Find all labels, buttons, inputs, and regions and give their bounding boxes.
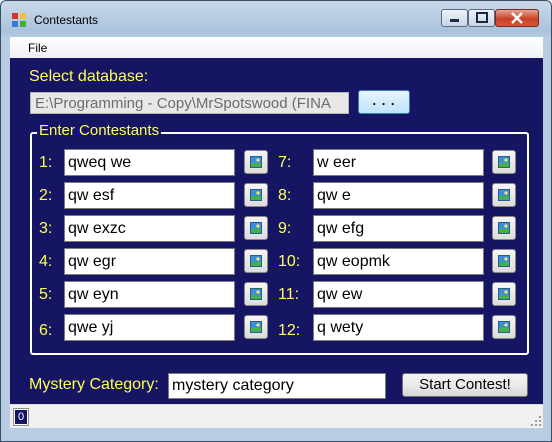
mystery-category-label: Mystery Category:	[29, 376, 159, 393]
contestant-5-picture-button[interactable]	[244, 282, 268, 306]
title-bar[interactable]: Contestants	[1, 1, 551, 37]
contestant-5-number: 5:	[39, 286, 53, 303]
contestant-11-picture-button[interactable]	[492, 282, 516, 306]
contestant-8-number: 8:	[278, 187, 292, 204]
minimize-icon	[450, 19, 459, 22]
maximize-button[interactable]	[468, 9, 495, 27]
image-icon	[250, 321, 262, 333]
image-icon	[498, 321, 510, 333]
form-client-area: Select database: E:\Programming - Copy\M…	[10, 58, 543, 404]
contestant-10-number: 10:	[278, 253, 301, 270]
resize-grip-icon[interactable]	[531, 416, 541, 426]
contestant-12-picture-button[interactable]	[492, 315, 516, 339]
contestant-12-input[interactable]: q wety	[313, 314, 484, 341]
close-icon	[511, 12, 523, 24]
database-path-field[interactable]: E:\Programming - Copy\MrSpotswood (FINA	[30, 92, 349, 114]
image-icon	[250, 156, 262, 168]
contestant-11-number: 11:	[278, 286, 300, 303]
image-icon	[498, 156, 510, 168]
main-window: Contestants File Select database: E:\Pro…	[0, 0, 552, 442]
close-button[interactable]	[495, 9, 539, 27]
minimize-button[interactable]	[441, 9, 468, 27]
menu-file[interactable]: File	[28, 41, 47, 55]
contestant-1-input[interactable]: qweq we	[64, 149, 235, 176]
contestant-8-picture-button[interactable]	[492, 183, 516, 207]
contestant-3-picture-button[interactable]	[244, 216, 268, 240]
contestant-11-input[interactable]: qw ew	[313, 281, 484, 308]
contestant-10-input[interactable]: qw eopmk	[313, 248, 484, 275]
contestant-6-input[interactable]: qwe yj	[64, 314, 235, 341]
status-bar: 0	[10, 404, 543, 428]
contestant-8-input[interactable]: qw e	[313, 182, 484, 209]
start-contest-button[interactable]: Start Contest!	[402, 373, 528, 397]
contestant-3-input[interactable]: qw exzc	[64, 215, 235, 242]
image-icon	[498, 222, 510, 234]
contestant-2-number: 2:	[39, 187, 53, 204]
contestant-9-picture-button[interactable]	[492, 216, 516, 240]
browse-button[interactable]: . . .	[358, 90, 410, 114]
menu-bar: File	[10, 37, 543, 59]
contestant-2-input[interactable]: qw esf	[64, 182, 235, 209]
contestant-3-number: 3:	[39, 220, 53, 237]
contestant-5-input[interactable]: qw eyn	[64, 281, 235, 308]
contestant-6-number: 6:	[39, 322, 53, 339]
contestant-12-number: 12:	[278, 322, 301, 339]
contestant-4-picture-button[interactable]	[244, 249, 268, 273]
contestant-2-picture-button[interactable]	[244, 183, 268, 207]
contestant-9-number: 9:	[278, 220, 292, 237]
mystery-category-input[interactable]: mystery category	[168, 373, 386, 399]
contestant-9-input[interactable]: qw efg	[313, 215, 484, 242]
contestant-1-number: 1:	[39, 154, 53, 171]
contestant-10-picture-button[interactable]	[492, 249, 516, 273]
image-icon	[498, 288, 510, 300]
image-icon	[250, 288, 262, 300]
app-form-icon	[12, 13, 26, 27]
image-icon	[498, 189, 510, 201]
maximize-icon	[476, 12, 488, 23]
contestant-7-picture-button[interactable]	[492, 150, 516, 174]
image-icon	[498, 255, 510, 267]
image-icon	[250, 255, 262, 267]
image-icon	[250, 222, 262, 234]
contestant-1-picture-button[interactable]	[244, 150, 268, 174]
contestants-groupbox-title: Enter Contestants	[37, 122, 162, 139]
contestant-7-input[interactable]: w eer	[313, 149, 484, 176]
contestant-4-input[interactable]: qw egr	[64, 248, 235, 275]
contestant-7-number: 7:	[278, 154, 292, 171]
contestant-6-picture-button[interactable]	[244, 315, 268, 339]
select-database-label: Select database:	[29, 68, 149, 85]
image-icon	[250, 189, 262, 201]
window-title: Contestants	[34, 13, 99, 27]
contestant-4-number: 4:	[39, 253, 53, 270]
status-counter: 0	[13, 408, 29, 426]
